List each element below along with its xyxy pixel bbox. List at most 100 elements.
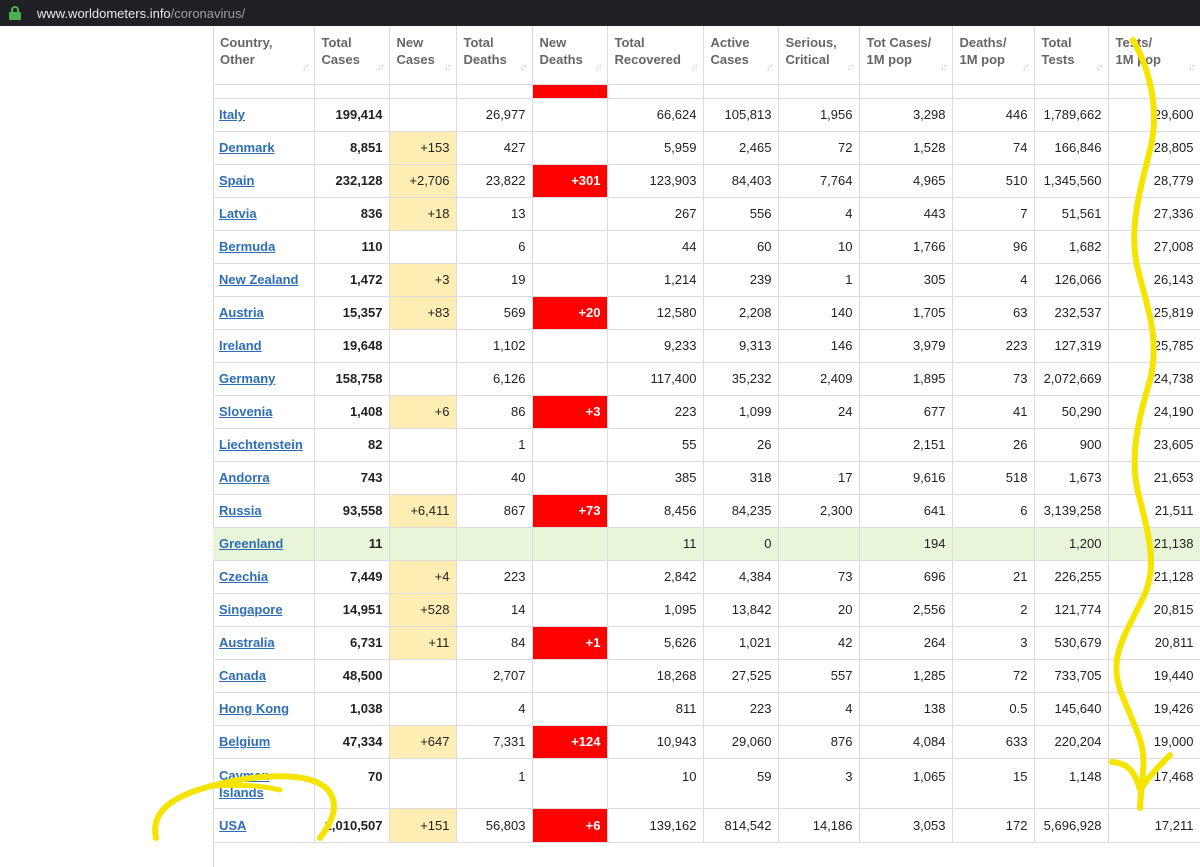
column-header[interactable]: Total Recovered ↓↑ — [607, 26, 704, 85]
url-text[interactable]: www.worldometers.info/coronavirus/ — [37, 6, 245, 21]
active-cases-cell: 0 — [703, 527, 779, 561]
total-deaths-cell: 427 — [456, 131, 533, 165]
serious-critical-cell: 17 — [778, 461, 860, 495]
new-cases-cell: +11 — [389, 626, 457, 660]
browser-address-bar[interactable]: www.worldometers.info/coronavirus/ — [0, 0, 1200, 26]
country-name-link[interactable]: Latvia — [219, 206, 257, 221]
total-tests-cell: 127,319 — [1034, 329, 1109, 363]
column-header[interactable]: Total Deaths ↓↑ — [456, 26, 533, 85]
country-name-link[interactable]: Germany — [219, 371, 275, 386]
sort-icon[interactable]: ↓↑ — [520, 59, 528, 76]
column-header[interactable]: Serious, Critical ↓↑ — [778, 26, 860, 85]
tests-per-1m-cell: 19,000 — [1108, 725, 1200, 759]
cases-per-1m-cell: 9,616 — [859, 461, 953, 495]
new-deaths-cell — [532, 197, 608, 231]
country-name-link[interactable]: Andorra — [219, 470, 270, 485]
sort-icon[interactable]: ↓↑ — [302, 59, 310, 76]
total-recovered-cell: 2,842 — [607, 560, 704, 594]
country-name-link[interactable]: Slovenia — [219, 404, 272, 419]
country-name-link[interactable]: USA — [219, 818, 246, 833]
new-deaths-cell — [532, 560, 608, 594]
total-deaths-cell: 867 — [456, 494, 533, 528]
table-row: Andorra 743 40 385 318 17 9,616 518 1,673 21,653 — [213, 461, 1200, 495]
tests-per-1m-cell: 26,143 — [1108, 263, 1200, 297]
column-header[interactable]: Total Cases ↓↑ — [314, 26, 390, 85]
tests-per-1m-cell: 19,440 — [1108, 659, 1200, 693]
total-deaths-cell: 40 — [456, 461, 533, 495]
column-header[interactable]: Tests/1M pop ↓↑ — [1108, 26, 1200, 85]
country-link: Australia — [213, 626, 315, 660]
sort-icon[interactable]: ↓↑ — [691, 59, 699, 76]
serious-critical-cell: 4 — [778, 197, 860, 231]
country-name-link[interactable]: Russia — [219, 503, 262, 518]
sort-icon[interactable]: ↓↑ — [766, 59, 774, 76]
serious-critical-cell: 557 — [778, 659, 860, 693]
country-name-link[interactable]: Ireland — [219, 338, 262, 353]
country-name-link[interactable]: Denmark — [219, 140, 275, 155]
total-cases-cell: 1,038 — [314, 692, 390, 726]
total-deaths-cell: 223 — [456, 560, 533, 594]
total-deaths-cell: 1 — [456, 758, 533, 809]
country-name-link[interactable]: Italy — [219, 107, 245, 122]
sort-icon[interactable]: ↓↑ — [1096, 59, 1104, 76]
header-label-line2: Cases — [321, 52, 360, 67]
column-header[interactable]: Total Tests ↓↑ — [1034, 26, 1109, 85]
active-cases-cell: 2,208 — [703, 296, 779, 330]
total-deaths-cell: 2,707 — [456, 659, 533, 693]
tests-per-1m-cell: 21,653 — [1108, 461, 1200, 495]
sort-icon[interactable]: ↓↑ — [595, 59, 603, 76]
deaths-per-1m-cell: 6 — [952, 494, 1035, 528]
country-name-link[interactable]: Belgium — [219, 734, 270, 749]
total-cases-cell: 743 — [314, 461, 390, 495]
column-header[interactable]: Active Cases ↓↑ — [703, 26, 779, 85]
tests-per-1m-cell: 20,815 — [1108, 593, 1200, 627]
country-name-link[interactable]: Australia — [219, 635, 275, 650]
serious-critical-cell: 20 — [778, 593, 860, 627]
sort-icon[interactable]: ↓↑ — [1188, 59, 1196, 76]
total-tests-cell: 126,066 — [1034, 263, 1109, 297]
column-header[interactable]: New Cases ↓↑ — [389, 26, 457, 85]
country-name-link[interactable]: New Zealand — [219, 272, 298, 287]
column-header[interactable]: Tot Cases/1M pop ↓↑ — [859, 26, 953, 85]
country-name-link[interactable]: Liechtenstein — [219, 437, 303, 452]
active-cases-cell: 4,384 — [703, 560, 779, 594]
total-tests-cell: 1,200 — [1034, 527, 1109, 561]
sort-icon[interactable]: ↓↑ — [1022, 59, 1030, 76]
country-name-link[interactable]: Czechia — [219, 569, 268, 584]
country-name-link[interactable]: Greenland — [219, 536, 283, 551]
serious-critical-cell: 3 — [778, 758, 860, 809]
column-header[interactable]: Country, Other ↓↑ — [213, 26, 315, 85]
country-link: Liechtenstein — [213, 428, 315, 462]
sort-icon[interactable]: ↓↑ — [940, 59, 948, 76]
country-name-link[interactable]: Spain — [219, 173, 254, 188]
total-cases-cell: 158,758 — [314, 362, 390, 396]
table-row: Latvia 836 +18 13 267 556 4 443 7 51,561 27,336 — [213, 197, 1200, 231]
tests-per-1m-cell: 17,211 — [1108, 808, 1200, 843]
table-cell — [703, 84, 779, 99]
total-recovered-cell: 117,400 — [607, 362, 704, 396]
table-row: Ireland 19,648 1,102 9,233 9,313 146 3,979 223 1… — [213, 329, 1200, 363]
country-link: Cayman Islands — [213, 758, 315, 809]
total-tests-cell: 232,537 — [1034, 296, 1109, 330]
tests-per-1m-cell: 24,190 — [1108, 395, 1200, 429]
total-tests-cell: 1,673 — [1034, 461, 1109, 495]
total-tests-cell: 220,204 — [1034, 725, 1109, 759]
country-name-link[interactable]: Austria — [219, 305, 264, 320]
cases-per-1m-cell: 696 — [859, 560, 953, 594]
country-link: Belgium — [213, 725, 315, 759]
country-name-link[interactable]: Hong Kong — [219, 701, 289, 716]
table-cell — [859, 84, 953, 99]
table-row: USA 1,010,507 +151 56,803 +6 139,162 814,542 14… — [213, 808, 1200, 843]
sort-icon[interactable]: ↓↑ — [377, 59, 385, 76]
header-label-line2: Deaths — [463, 52, 507, 67]
country-name-link[interactable]: Canada — [219, 668, 266, 683]
column-header[interactable]: New Deaths ↓↑ — [532, 26, 608, 85]
country-name-link[interactable]: Singapore — [219, 602, 283, 617]
country-name-link[interactable]: Cayman Islands — [219, 768, 270, 800]
active-cases-cell: 27,525 — [703, 659, 779, 693]
sort-icon[interactable]: ↓↑ — [444, 59, 452, 76]
sort-icon[interactable]: ↓↑ — [847, 59, 855, 76]
column-header[interactable]: Deaths/1M pop ↓↑ — [952, 26, 1035, 85]
country-link: Singapore — [213, 593, 315, 627]
country-name-link[interactable]: Bermuda — [219, 239, 275, 254]
